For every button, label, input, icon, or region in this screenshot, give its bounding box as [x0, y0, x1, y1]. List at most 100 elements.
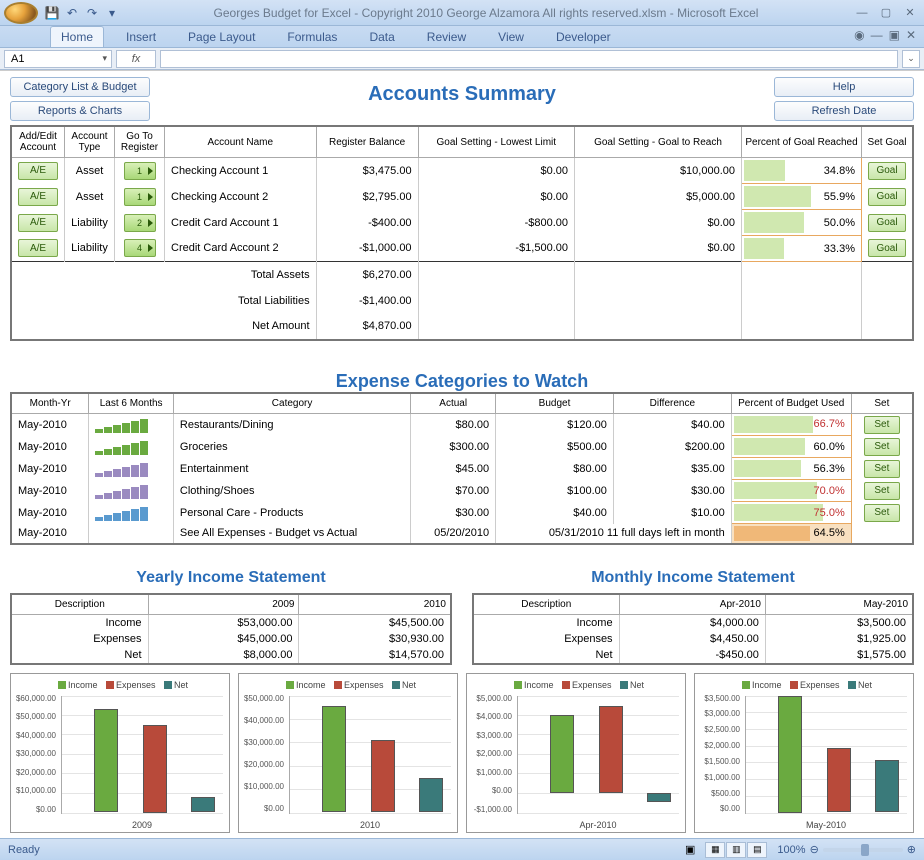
zoom-out-icon[interactable]: ⊖ [810, 843, 819, 856]
budget: $100.00 [496, 480, 614, 502]
exp-header: Difference [613, 393, 731, 414]
income-chart: Income Expenses Net$3,500.00$3,000.00$2,… [694, 673, 914, 833]
expense-row: May-2010 Restaurants/Dining $80.00 $120.… [11, 413, 913, 436]
zoom-in-icon[interactable]: ⊕ [907, 843, 916, 856]
qat-dropdown-icon[interactable]: ▾ [104, 5, 120, 21]
month-yr: May-2010 [11, 413, 89, 436]
accounts-summary-title: Accounts Summary [150, 77, 774, 106]
macro-record-icon[interactable]: ▣ [685, 843, 695, 856]
total-value: -$1,400.00 [316, 288, 418, 314]
set-button[interactable]: Set [864, 504, 900, 522]
acct-header: Add/Edit Account [11, 126, 65, 158]
tab-data[interactable]: Data [359, 27, 404, 47]
save-icon[interactable]: 💾 [44, 5, 60, 21]
income-row: Expenses$45,000.00$30,930.00 [11, 631, 451, 647]
set-goal-button[interactable]: Goal [868, 214, 906, 232]
reports-charts-button[interactable]: Reports & Charts [10, 101, 150, 121]
page-layout-view-icon[interactable]: ▥ [726, 842, 746, 858]
category-list-button[interactable]: Category List & Budget [10, 77, 150, 97]
quick-access-toolbar: 💾 ↶ ↷ ▾ [44, 5, 120, 21]
normal-view-icon[interactable]: ▦ [705, 842, 725, 858]
redo-icon[interactable]: ↷ [84, 5, 100, 21]
add-edit-button[interactable]: A/E [18, 188, 58, 206]
x-axis-label: May-2010 [745, 820, 907, 830]
add-edit-button[interactable]: A/E [18, 162, 58, 180]
actual: $80.00 [411, 413, 496, 436]
lowest-limit: $0.00 [418, 158, 574, 184]
restore-window-icon[interactable]: ▣ [889, 28, 900, 42]
income-row: Net-$450.00$1,575.00 [473, 647, 913, 664]
expand-formula-icon[interactable]: ⌄ [902, 50, 920, 68]
account-name: Credit Card Account 1 [165, 210, 317, 236]
status-ready: Ready [8, 844, 685, 856]
account-type: Liability [65, 210, 115, 236]
minimize-ribbon-icon[interactable]: — [871, 28, 883, 42]
set-button[interactable]: Set [864, 416, 900, 434]
goal-reach: $5,000.00 [575, 184, 742, 210]
actual: $30.00 [411, 502, 496, 524]
zoom-slider[interactable] [823, 848, 903, 852]
percent-budget: 75.0% [731, 502, 851, 524]
chart-bar [94, 709, 118, 812]
y-axis-labels: $5,000.00$4,000.00$3,000.00$2,000.00$1,0… [467, 694, 515, 814]
exp-header: Set [851, 393, 913, 414]
undo-icon[interactable]: ↶ [64, 5, 80, 21]
name-box[interactable]: A1 [4, 50, 112, 68]
goto-register-button[interactable]: 1 [124, 188, 156, 206]
refresh-date-button[interactable]: Refresh Date [774, 101, 914, 121]
goto-register-button[interactable]: 1 [124, 162, 156, 180]
set-button[interactable]: Set [864, 438, 900, 456]
expense-row: May-2010 Entertainment $45.00 $80.00 $35… [11, 458, 913, 480]
register-balance: $3,475.00 [316, 158, 418, 184]
sparkline [95, 505, 167, 521]
lowest-limit: -$1,500.00 [418, 236, 574, 262]
expense-summary-row: May-2010See All Expenses - Budget vs Act… [11, 524, 913, 544]
set-goal-button[interactable]: Goal [868, 188, 906, 206]
expense-category: Personal Care - Products [173, 502, 410, 524]
office-button[interactable] [4, 2, 38, 24]
set-button[interactable]: Set [864, 482, 900, 500]
inc-header: Description [473, 594, 619, 615]
tab-review[interactable]: Review [417, 27, 476, 47]
maximize-icon[interactable]: ▢ [876, 5, 896, 21]
tab-page-layout[interactable]: Page Layout [178, 27, 265, 47]
income-row: Net$8,000.00$14,570.00 [11, 647, 451, 664]
worksheet-area[interactable]: Category List & Budget Reports & Charts … [0, 70, 924, 838]
goto-register-button[interactable]: 2 [124, 214, 156, 232]
exp-header: Last 6 Months [89, 393, 174, 414]
tab-home[interactable]: Home [50, 26, 104, 47]
set-goal-button[interactable]: Goal [868, 239, 906, 257]
total-label: Net Amount [11, 314, 316, 340]
formula-bar: A1 fx ⌄ [0, 48, 924, 70]
tab-view[interactable]: View [488, 27, 534, 47]
help-icon[interactable]: ◉ [854, 28, 864, 42]
formula-input[interactable] [160, 50, 898, 68]
help-button[interactable]: Help [774, 77, 914, 97]
tab-formulas[interactable]: Formulas [277, 27, 347, 47]
acct-header: Register Balance [316, 126, 418, 158]
month-yr: May-2010 [11, 480, 89, 502]
fx-button[interactable]: fx [116, 50, 156, 68]
account-name: Checking Account 1 [165, 158, 317, 184]
inc-header: 2010 [299, 594, 451, 615]
zoom-level: 100% [777, 844, 805, 856]
set-goal-button[interactable]: Goal [868, 162, 906, 180]
tab-insert[interactable]: Insert [116, 27, 166, 47]
acct-header: Account Name [165, 126, 317, 158]
close-doc-icon[interactable]: ✕ [906, 28, 916, 42]
set-button[interactable]: Set [864, 460, 900, 478]
account-row: A/E Liability 4 Credit Card Account 2 -$… [11, 236, 913, 262]
expense-category: Groceries [173, 436, 410, 458]
chart-bar [371, 740, 395, 812]
total-label: Total Assets [11, 262, 316, 288]
close-icon[interactable]: ✕ [900, 5, 920, 21]
tab-developer[interactable]: Developer [546, 27, 621, 47]
minimize-icon[interactable]: — [852, 5, 872, 21]
add-edit-button[interactable]: A/E [18, 214, 58, 232]
register-balance: $2,795.00 [316, 184, 418, 210]
chart-legend: Income Expenses Net [15, 680, 225, 690]
page-break-view-icon[interactable]: ▤ [747, 842, 767, 858]
acct-header: Go To Register [115, 126, 165, 158]
goto-register-button[interactable]: 4 [124, 239, 156, 257]
add-edit-button[interactable]: A/E [18, 239, 58, 257]
